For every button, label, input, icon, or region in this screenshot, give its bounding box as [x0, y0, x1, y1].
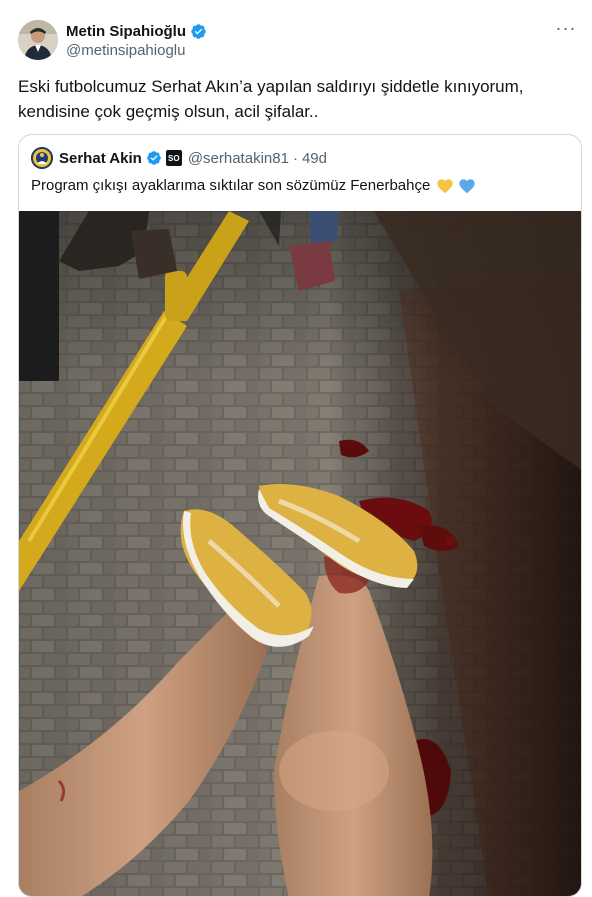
author-display-name[interactable]: Metin Sipahioğlu	[66, 23, 186, 40]
verified-badge-icon	[146, 150, 162, 166]
author-names: Metin Sipahioğlu @metinsipahioglu	[66, 21, 207, 59]
quoted-tweet-photo[interactable]	[19, 211, 581, 896]
tweet-header: Metin Sipahioğlu @metinsipahioglu ···	[18, 16, 580, 62]
quoted-author-avatar[interactable]	[31, 147, 53, 169]
quoted-tweet[interactable]: Serhat Akin SO @serhatakin81 · 49d Progr…	[18, 134, 582, 897]
quoted-author-name[interactable]: Serhat Akin	[59, 150, 142, 167]
tweet-card: Metin Sipahioğlu @metinsipahioglu ··· Es…	[0, 0, 592, 897]
verified-badge-icon	[190, 23, 207, 40]
tweet-text: Eski futbolcumuz Serhat Akın’a yapılan s…	[18, 77, 524, 121]
quoted-timestamp[interactable]: 49d	[302, 150, 327, 167]
author-handle[interactable]: @metinsipahioglu	[66, 42, 207, 59]
author-avatar[interactable]	[18, 20, 58, 60]
quoted-tweet-text-row: Program çıkışı ayaklarıma sıktılar son s…	[31, 175, 476, 197]
blue-heart-icon	[458, 178, 476, 194]
affiliate-badge-icon: SO	[165, 150, 182, 166]
separator-dot: ·	[292, 149, 298, 167]
quoted-tweet-text: Program çıkışı ayaklarıma sıktılar son s…	[31, 177, 431, 194]
quoted-tweet-header: Serhat Akin SO @serhatakin81 · 49d	[31, 147, 327, 169]
quoted-author-handle[interactable]: @serhatakin81	[188, 150, 289, 167]
more-options-icon[interactable]: ···	[554, 19, 578, 40]
yellow-heart-icon	[436, 178, 454, 194]
